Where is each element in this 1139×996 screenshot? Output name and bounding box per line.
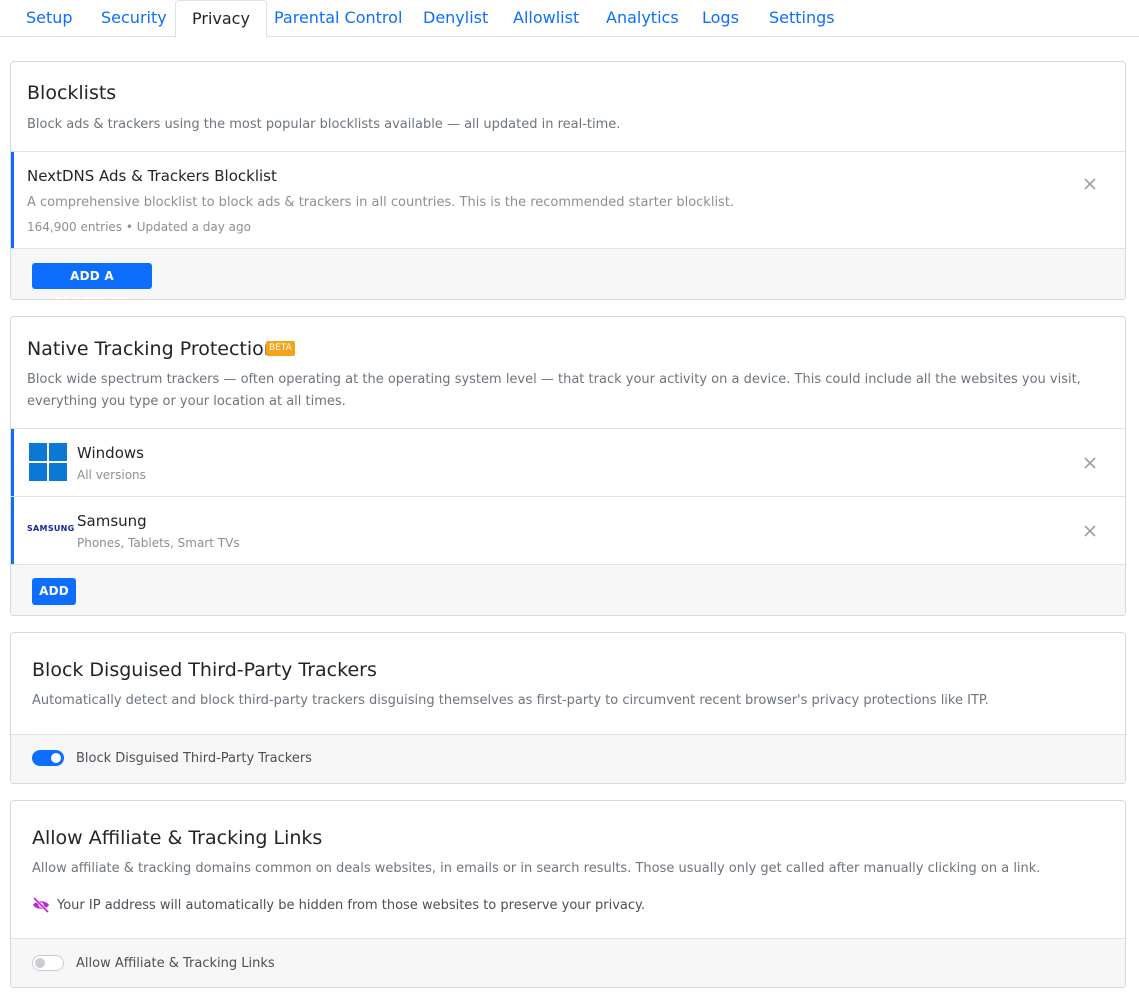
- affiliate-links-toggle[interactable]: [32, 955, 64, 971]
- add-blocklist-button[interactable]: ADD A BLOCKLIST: [32, 263, 152, 299]
- tab-denylist[interactable]: Denylist: [423, 0, 488, 37]
- native-tracking-footer: ADD: [11, 564, 1125, 615]
- blocklist-item[interactable]: NextDNS Ads & Trackers Blocklist A compr…: [11, 152, 1125, 248]
- samsung-logo-icon: SAMSUNG: [27, 524, 75, 533]
- disguised-trackers-description: Automatically detect and block third-par…: [32, 693, 989, 708]
- native-tracking-item-sub: Phones, Tablets, Smart TVs: [77, 536, 240, 550]
- remove-blocklist-close-icon[interactable]: [1083, 177, 1097, 191]
- native-tracking-item-name: Windows: [77, 444, 144, 462]
- native-tracking-card: Native Tracking Protection BETA Block wi…: [10, 316, 1126, 616]
- blocklist-item-name: NextDNS Ads & Trackers Blocklist: [27, 167, 277, 185]
- disguised-trackers-footer: Block Disguised Third-Party Trackers: [11, 734, 1125, 783]
- affiliate-links-footer: Allow Affiliate & Tracking Links: [11, 938, 1125, 987]
- nav-tabs: Setup Security Privacy Parental Control …: [0, 0, 1139, 38]
- native-tracking-title: Native Tracking Protection: [27, 338, 276, 360]
- eye-slash-icon: [32, 897, 50, 913]
- add-native-tracking-button[interactable]: ADD: [32, 578, 76, 605]
- tab-privacy[interactable]: Privacy: [175, 0, 267, 38]
- affiliate-links-description: Allow affiliate & tracking domains commo…: [32, 861, 1041, 876]
- remove-windows-close-icon[interactable]: [1083, 456, 1097, 470]
- tab-setup[interactable]: Setup: [26, 0, 73, 37]
- native-tracking-description: Block wide spectrum trackers — often ope…: [27, 372, 1081, 409]
- disguised-trackers-title: Block Disguised Third-Party Trackers: [32, 659, 377, 681]
- affiliate-links-title: Allow Affiliate & Tracking Links: [32, 827, 323, 849]
- native-tracking-item-windows[interactable]: Windows All versions: [11, 429, 1125, 496]
- blocklist-item-meta: 164,900 entries • Updated a day ago: [27, 220, 251, 234]
- affiliate-links-card: Allow Affiliate & Tracking Links Allow a…: [10, 800, 1126, 988]
- windows-logo-icon: [29, 443, 67, 481]
- native-tracking-item-sub: All versions: [77, 468, 146, 482]
- beta-badge: BETA: [266, 341, 295, 356]
- tab-logs[interactable]: Logs: [702, 0, 739, 37]
- tab-analytics[interactable]: Analytics: [606, 0, 679, 37]
- disguised-trackers-card: Block Disguised Third-Party Trackers Aut…: [10, 632, 1126, 784]
- disguised-trackers-toggle[interactable]: [32, 750, 64, 766]
- affiliate-links-note: Your IP address will automatically be hi…: [57, 898, 645, 913]
- tab-security[interactable]: Security: [101, 0, 167, 37]
- remove-samsung-close-icon[interactable]: [1083, 524, 1097, 538]
- tab-allowlist[interactable]: Allowlist: [513, 0, 579, 37]
- blocklists-footer: ADD A BLOCKLIST: [11, 248, 1125, 299]
- blocklist-item-description: A comprehensive blocklist to block ads &…: [27, 195, 735, 210]
- tab-parental-control[interactable]: Parental Control: [274, 0, 402, 37]
- native-tracking-item-samsung[interactable]: SAMSUNG Samsung Phones, Tablets, Smart T…: [11, 497, 1125, 564]
- tab-settings[interactable]: Settings: [769, 0, 835, 37]
- native-tracking-item-name: Samsung: [77, 512, 147, 530]
- disguised-trackers-toggle-label: Block Disguised Third-Party Trackers: [76, 751, 312, 766]
- blocklists-title: Blocklists: [27, 82, 117, 104]
- affiliate-links-toggle-label: Allow Affiliate & Tracking Links: [76, 956, 275, 971]
- blocklists-description: Block ads & trackers using the most popu…: [27, 117, 621, 132]
- blocklists-card: Blocklists Block ads & trackers using th…: [10, 61, 1126, 300]
